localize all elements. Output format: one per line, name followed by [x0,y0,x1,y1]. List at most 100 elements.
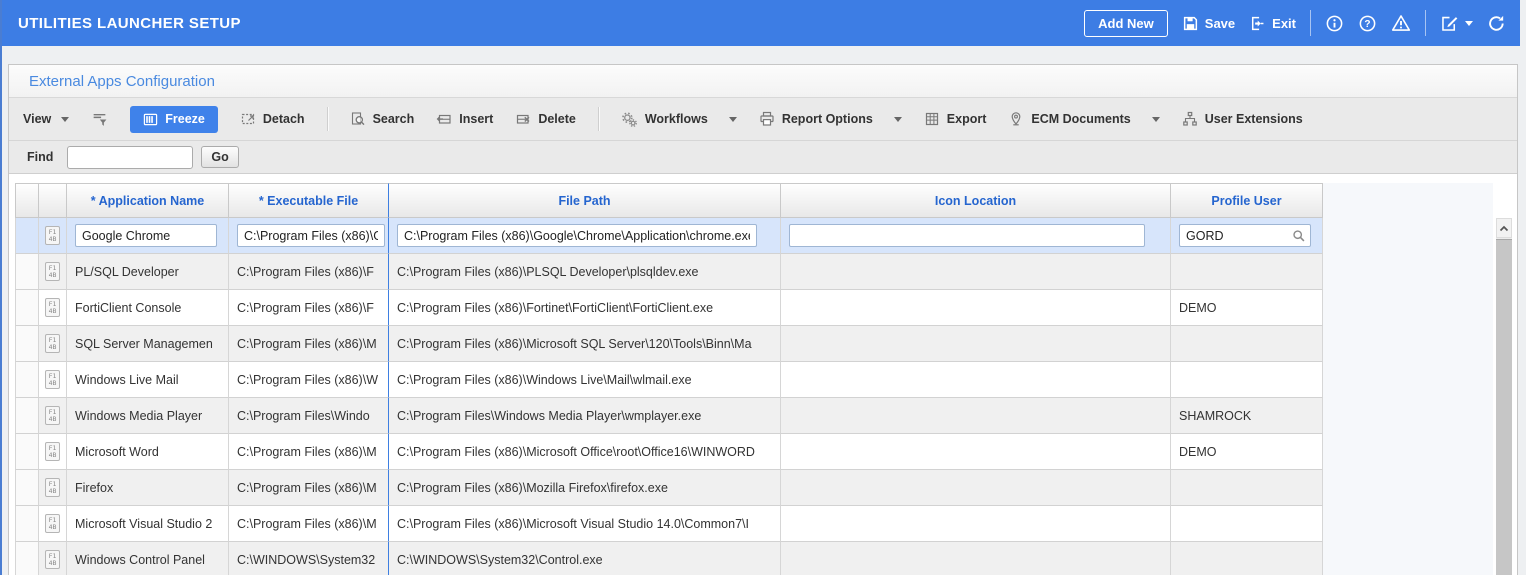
file-path-cell[interactable]: C:\Program Files (x86)\Microsoft SQL Ser… [389,326,781,362]
ecm-documents-menu[interactable]: ECM Documents [1008,111,1160,127]
row-icon-cell[interactable]: F1 4B [39,470,67,506]
profile-user-cell[interactable] [1171,470,1323,506]
row-selector-cell[interactable] [15,470,39,506]
table-row[interactable]: F1 4B Windows Control Panel C:\WINDOWS\Sy… [15,542,1323,575]
executable-file-cell[interactable]: C:\Program Files (x86)\F [229,290,389,326]
table-row[interactable]: F1 4B Windows Live Mail C:\Program Files … [15,362,1323,398]
row-selector-cell[interactable] [15,218,39,254]
add-new-button[interactable]: Add New [1084,9,1168,37]
header-executable-file[interactable]: * Executable File [229,183,389,218]
save-button[interactable]: Save [1182,15,1235,32]
icon-location-cell[interactable] [781,434,1171,470]
profile-user-cell[interactable]: DEMO [1171,290,1323,326]
application-name-cell[interactable]: Microsoft Visual Studio 2 [67,506,229,542]
row-selector-cell[interactable] [15,434,39,470]
profile-user-cell[interactable]: DEMO [1171,434,1323,470]
profile-user-cell[interactable] [1171,542,1323,575]
row-icon-cell[interactable]: F1 4B [39,218,67,254]
application-name-cell[interactable]: FortiClient Console [67,290,229,326]
row-selector-cell[interactable] [15,398,39,434]
row-icon-cell[interactable]: F1 4B [39,290,67,326]
file-path-cell[interactable]: C:\Program Files (x86)\PLSQL Developer\p… [389,254,781,290]
exit-button[interactable]: Exit [1249,15,1296,32]
edit-menu-button[interactable] [1440,14,1473,33]
file-path-cell[interactable]: C:\Program Files (x86)\Fortinet\FortiCli… [389,290,781,326]
application-name-cell[interactable]: PL/SQL Developer [67,254,229,290]
executable-file-cell[interactable]: C:\WINDOWS\System32 [229,542,389,575]
icon-location-cell[interactable] [781,326,1171,362]
insert-button[interactable]: Insert [436,111,493,127]
find-input[interactable] [67,145,194,169]
table-row[interactable]: F1 4B FortiClient Console C:\Program File… [15,290,1323,326]
executable-file-cell[interactable]: C:\Program Files (x86)\F [229,254,389,290]
table-row[interactable]: F1 4B Windows Media Player C:\Program Fil… [15,398,1323,434]
profile-user-cell[interactable] [1171,362,1323,398]
row-selector-cell[interactable] [15,326,39,362]
profile-user-cell[interactable] [1171,506,1323,542]
file-path-cell[interactable]: C:\Program Files\Windows Media Player\wm… [389,398,781,434]
go-button[interactable]: Go [201,146,239,168]
query-by-example-icon[interactable] [91,111,108,128]
application-name-cell[interactable]: SQL Server Managemen [67,326,229,362]
refresh-icon[interactable] [1487,14,1506,33]
table-row[interactable]: F1 4B SQL Server Managemen C:\Program Fil… [15,326,1323,362]
user-extensions-button[interactable]: User Extensions [1182,111,1303,127]
application-name-cell[interactable]: Windows Live Mail [67,362,229,398]
table-row[interactable]: F1 4B PL/SQL Developer C:\Program Files (… [15,254,1323,290]
export-button[interactable]: Export [924,111,986,127]
application-name-cell[interactable]: Microsoft Word [67,434,229,470]
icon-location-cell[interactable] [781,254,1171,290]
table-row[interactable]: F1 4B Firefox C:\Program Files (x86)\M C:… [15,470,1323,506]
executable-file-cell[interactable]: C:\Program Files (x86)\M [229,326,389,362]
row-icon-cell[interactable]: F1 4B [39,326,67,362]
scroll-up-button[interactable] [1496,218,1512,238]
icon-location-cell[interactable] [781,362,1171,398]
file-path-cell[interactable]: C:\Program Files (x86)\Windows Live\Mail… [389,362,781,398]
info-icon[interactable] [1325,14,1344,33]
application-name-input[interactable] [75,224,217,247]
executable-file-cell[interactable]: C:\Program Files (x86)\M [229,470,389,506]
view-menu[interactable]: View [23,112,70,126]
header-profile-user[interactable]: Profile User [1171,183,1323,218]
row-icon-cell[interactable]: F1 4B [39,542,67,575]
search-button[interactable]: Search [350,111,414,127]
file-path-input[interactable] [397,224,757,247]
icon-location-cell[interactable] [781,290,1171,326]
file-path-cell[interactable]: C:\WINDOWS\System32\Control.exe [389,542,781,575]
row-selector-cell[interactable] [15,542,39,575]
report-options-menu[interactable]: Report Options [759,111,902,127]
table-row-selected[interactable]: F1 4B [15,218,1323,254]
row-icon-cell[interactable]: F1 4B [39,398,67,434]
help-icon[interactable]: ? [1358,14,1377,33]
scrollbar-thumb[interactable] [1496,239,1512,575]
row-icon-cell[interactable]: F1 4B [39,362,67,398]
row-selector-cell[interactable] [15,290,39,326]
row-selector-cell[interactable] [15,362,39,398]
application-name-cell[interactable]: Windows Media Player [67,398,229,434]
executable-file-input[interactable] [237,224,385,247]
profile-user-cell[interactable] [1171,326,1323,362]
executable-file-cell[interactable]: C:\Program Files\Windo [229,398,389,434]
row-selector-cell[interactable] [15,254,39,290]
application-name-cell[interactable]: Firefox [67,470,229,506]
row-selector-cell[interactable] [15,506,39,542]
icon-location-cell[interactable] [781,398,1171,434]
executable-file-cell[interactable]: C:\Program Files (x86)\M [229,506,389,542]
file-path-cell[interactable]: C:\Program Files (x86)\Microsoft Office\… [389,434,781,470]
file-path-cell[interactable]: C:\Program Files (x86)\Microsoft Visual … [389,506,781,542]
header-application-name[interactable]: * Application Name [67,183,229,218]
lookup-magnifier-icon[interactable] [1292,229,1306,243]
icon-location-input[interactable] [789,224,1145,247]
executable-file-cell[interactable]: C:\Program Files (x86)\W [229,362,389,398]
row-icon-cell[interactable]: F1 4B [39,434,67,470]
profile-user-cell[interactable] [1171,254,1323,290]
workflows-menu[interactable]: Workflows [621,111,737,128]
icon-location-cell[interactable] [781,470,1171,506]
row-icon-cell[interactable]: F1 4B [39,254,67,290]
icon-location-cell[interactable] [781,542,1171,575]
table-row[interactable]: F1 4B Microsoft Visual Studio 2 C:\Progra… [15,506,1323,542]
header-file-path[interactable]: File Path [389,183,781,218]
header-icon-location[interactable]: Icon Location [781,183,1171,218]
freeze-button[interactable]: Freeze [130,105,218,133]
profile-user-cell[interactable]: SHAMROCK [1171,398,1323,434]
